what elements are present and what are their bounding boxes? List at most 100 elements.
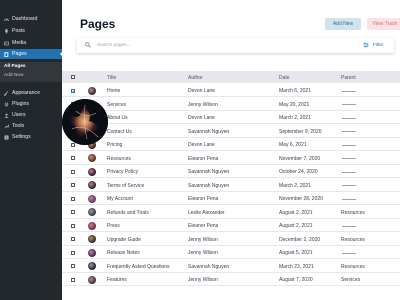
sidebar-item-settings[interactable]: Settings — [0, 132, 62, 142]
submenu-add-new[interactable]: Add New — [4, 73, 23, 78]
row-parent-empty — [342, 117, 356, 118]
row-title[interactable]: Home — [107, 88, 120, 94]
add-new-button[interactable]: Add New — [325, 18, 361, 30]
table-row[interactable]: Resources Eleanor Pena November 7, 2020 — [62, 152, 400, 165]
row-date: March 6, 2021 — [279, 88, 311, 95]
sidebar-item-appearance[interactable]: Appearance — [0, 88, 62, 98]
row-author: Leslie Alexander — [188, 209, 225, 216]
row-title[interactable]: Terms of Service — [107, 183, 144, 189]
row-author: Devon Lane — [188, 142, 215, 149]
view-trash-button[interactable]: View Trash — [367, 18, 400, 30]
table-row[interactable]: Services Jenny Wilson May 20, 2021 — [62, 98, 400, 111]
column-header-date[interactable]: Date — [279, 75, 290, 81]
row-parent-empty — [342, 198, 356, 199]
column-header-author[interactable]: Author — [188, 75, 203, 81]
sidebar-item-tools[interactable]: Tools — [0, 121, 62, 131]
row-checkbox[interactable] — [71, 210, 75, 214]
media-icon — [0, 41, 12, 46]
table-row[interactable]: Contact Us Savannah Nguyen September 9, 20… — [62, 125, 400, 138]
row-parent-empty — [342, 131, 356, 132]
row-title[interactable]: About Us — [107, 115, 128, 121]
table-row[interactable]: Terms of Service Savannah Nguyen March 2, … — [62, 179, 400, 192]
sidebar-item-media[interactable]: Media — [0, 38, 62, 48]
row-checkbox[interactable] — [71, 183, 75, 187]
row-author: Jenny Wilson — [188, 250, 218, 257]
row-checkbox[interactable] — [71, 237, 75, 241]
column-header-parent[interactable]: Parent — [341, 75, 356, 81]
search-input[interactable] — [97, 40, 327, 51]
table-row[interactable]: Release Notes Jenny Wilson August 5, 2021 — [62, 246, 400, 260]
row-checkbox[interactable] — [71, 223, 75, 228]
table-row[interactable]: Pricing Devon Lane May 6, 2021 — [62, 138, 400, 152]
wrench-icon — [0, 124, 12, 129]
select-all-checkbox[interactable] — [71, 75, 75, 79]
row-thumbnail — [88, 86, 96, 95]
row-checkbox[interactable] — [71, 196, 75, 201]
table-row[interactable]: Home Devon Lane March 6, 2021 — [62, 84, 400, 98]
sidebar-item-posts[interactable]: Posts — [0, 26, 62, 36]
table-row[interactable]: About Us Devon Lane March 2, 2021 — [62, 111, 400, 125]
row-title[interactable]: Resources — [107, 156, 131, 162]
row-title[interactable]: My Account — [107, 196, 133, 202]
row-parent: Resources — [341, 236, 365, 243]
row-title[interactable]: Features — [107, 277, 127, 283]
row-checkbox[interactable] — [71, 156, 75, 160]
sidebar-item-dashboard[interactable]: Dashboard — [0, 14, 62, 24]
row-checkbox[interactable] — [71, 88, 76, 93]
row-date: October 24, 2020 — [279, 169, 318, 176]
row-checkbox[interactable] — [71, 250, 75, 255]
sidebar-item-pages[interactable]: Pages — [0, 49, 63, 59]
row-title[interactable]: Services — [107, 102, 126, 108]
row-date: August 2, 2021 — [279, 223, 313, 230]
table-row[interactable]: Features Jenny Wilson August 7, 2020 Servic… — [62, 273, 400, 287]
row-title[interactable]: Upgrade Guide — [107, 237, 141, 243]
row-parent-empty — [342, 252, 356, 253]
row-thumbnail — [88, 235, 96, 244]
pages-submenu: All Pages Add New — [0, 62, 62, 82]
row-checkbox[interactable] — [71, 264, 75, 268]
image-preview-overlay — [62, 99, 108, 145]
column-header-title[interactable]: Title — [107, 75, 116, 81]
submenu-all-pages[interactable]: All Pages — [4, 64, 26, 69]
row-date: May 6, 2021 — [279, 142, 307, 149]
plugin-icon — [0, 102, 12, 107]
sidebar-item-plugins[interactable]: Plugins — [0, 99, 62, 109]
search-icon — [85, 42, 91, 48]
row-title[interactable]: Frequently Asked Questions — [107, 264, 170, 270]
row-author: Eleanor Pena — [188, 196, 219, 203]
sidebar-item-label: Plugins — [12, 101, 30, 107]
row-title[interactable]: Privacy Policy — [107, 169, 138, 175]
row-thumbnail — [88, 221, 96, 230]
row-title[interactable]: Contact Us — [107, 129, 132, 135]
row-checkbox[interactable] — [71, 142, 75, 147]
table-row[interactable]: Upgrade Guide Jenny Wilson December 2, 202… — [62, 233, 400, 246]
row-checkbox[interactable] — [71, 277, 75, 282]
table-row[interactable]: Frequently Asked Questions Savannah Nguye… — [62, 260, 400, 273]
page-title: Pages — [80, 17, 116, 31]
row-author: Devon Lane — [188, 115, 215, 122]
table-row[interactable]: Refunds and Trials Leslie Alexander August… — [62, 206, 400, 219]
row-checkbox[interactable] — [71, 169, 75, 174]
row-date: November 7, 2020 — [279, 155, 321, 162]
row-date: August 2, 2021 — [279, 209, 313, 216]
sidebar-item-label: Posts — [12, 28, 25, 34]
row-title[interactable]: Refunds and Trials — [107, 210, 149, 216]
settings-icon — [0, 135, 12, 140]
sidebar-item-label: Appearance — [12, 90, 40, 96]
row-author: Savannah Nguyen — [188, 263, 230, 270]
table-row[interactable]: Press Eleanor Pena August 2, 2021 — [62, 219, 400, 233]
row-title[interactable]: Pricing — [107, 142, 122, 148]
table-row[interactable]: My Account Eleanor Pena November 28, 2020 — [62, 192, 400, 206]
row-author: Savannah Nguyen — [188, 128, 230, 135]
row-title[interactable]: Press — [107, 223, 120, 229]
row-parent: Services — [341, 277, 361, 284]
row-title[interactable]: Release Notes — [107, 250, 140, 256]
sidebar-item-users[interactable]: Users — [0, 110, 62, 120]
row-author: Jenny Wilson — [188, 277, 218, 284]
filter-button[interactable]: Filter — [373, 43, 384, 48]
row-parent-empty — [342, 144, 356, 145]
row-date: March 2, 2021 — [279, 182, 311, 189]
page-icon — [0, 51, 12, 57]
table-row[interactable]: Privacy Policy Savannah Nguyen October 24,… — [62, 165, 400, 179]
row-thumbnail — [88, 181, 96, 190]
